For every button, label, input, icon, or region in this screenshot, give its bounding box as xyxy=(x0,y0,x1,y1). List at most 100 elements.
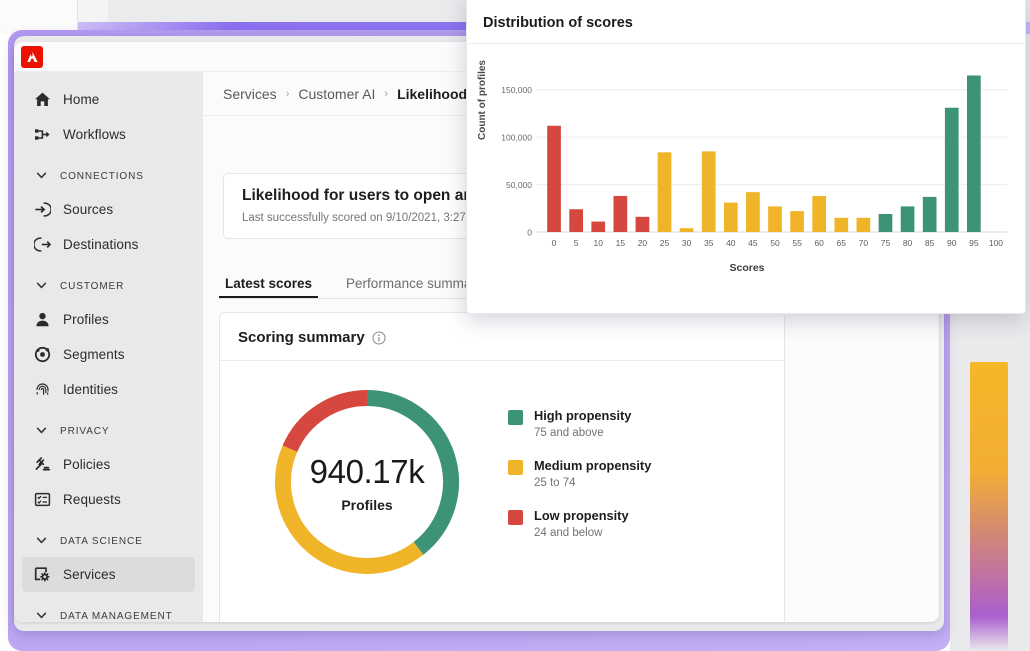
chart-bar[interactable] xyxy=(944,107,959,232)
chart-bar[interactable] xyxy=(569,209,583,232)
tab-latest-scores[interactable]: Latest scores xyxy=(219,276,319,298)
sidebar-group-connections[interactable]: CONNECTIONS xyxy=(22,161,195,191)
chart-x-tick-label: 75 xyxy=(881,238,891,248)
legend-item-name: Low propensity xyxy=(534,507,629,523)
legend-swatch-icon xyxy=(508,509,523,525)
legend-item-1: Medium propensity 25 to 74 xyxy=(508,458,651,489)
profiles-icon xyxy=(33,311,51,329)
distribution-of-scores-panel: Distribution of scores 0 50,000 100,000 150… xyxy=(466,0,1026,314)
legend-item-0: High propensity 75 and above xyxy=(508,408,651,439)
sidebar-item-sources[interactable]: Sources xyxy=(22,192,195,227)
chart-x-tick-label: 40 xyxy=(726,238,736,248)
chart-header: Distribution of scores xyxy=(467,0,1025,44)
chart-bar[interactable] xyxy=(657,152,672,232)
sidebar-group-label: CONNECTIONS xyxy=(60,170,144,182)
sources-icon xyxy=(33,201,51,219)
chart-bar[interactable] xyxy=(790,211,804,232)
chart-y-tick-label: 100,000 xyxy=(501,133,532,143)
chart-plot-area: 0 50,000 100,000 150,000 0 5 10 15 20 25 30 35 40 45 5… xyxy=(467,44,1025,306)
chart-x-tick-label: 70 xyxy=(859,238,869,248)
chart-y-tick-label: 50,000 xyxy=(506,180,532,190)
chart-bar[interactable] xyxy=(878,213,893,232)
chart-bar[interactable] xyxy=(635,216,650,232)
sidebar-group-customer[interactable]: CUSTOMER xyxy=(22,271,195,301)
chart-y-tick-label: 0 xyxy=(527,228,532,238)
chart-x-tick-label: 0 xyxy=(552,238,557,248)
chart-x-axis-label: Scores xyxy=(729,262,765,274)
legend-item-name: High propensity xyxy=(534,407,632,423)
chart-bar[interactable] xyxy=(812,195,827,232)
chart-x-tick-label: 35 xyxy=(704,238,714,248)
sidebar-group-label: DATA SCIENCE xyxy=(60,535,143,547)
sidebar-group-privacy[interactable]: PRIVACY xyxy=(22,416,195,446)
chart-x-tick-label: 25 xyxy=(660,238,670,248)
chart-bar[interactable] xyxy=(613,195,628,232)
legend-item-2: Low propensity 24 and below xyxy=(508,508,651,539)
sidebar-item-label: Sources xyxy=(63,202,114,217)
donut-segment-2[interactable] xyxy=(282,390,368,453)
sidebar-item-segments[interactable]: Segments xyxy=(22,337,195,372)
breadcrumb-separator: › xyxy=(384,87,389,100)
scoring-summary-title: Scoring summary xyxy=(238,329,365,346)
propensity-donut-chart: 940.17k Profiles xyxy=(252,375,482,590)
chart-bar[interactable] xyxy=(746,192,760,232)
workflows-icon xyxy=(33,126,51,144)
chart-bar[interactable] xyxy=(701,151,716,232)
adobe-logo-icon[interactable] xyxy=(21,45,43,68)
chart-bar[interactable] xyxy=(856,217,871,232)
sidebar-group-label: CUSTOMER xyxy=(60,280,125,292)
chart-bar[interactable] xyxy=(591,221,606,232)
chart-y-axis-label: Count of profiles xyxy=(477,60,488,140)
chart-bar[interactable] xyxy=(900,206,915,232)
breadcrumb-item-1[interactable]: Customer AI xyxy=(298,86,375,102)
chart-x-tick-label: 15 xyxy=(616,238,626,248)
sidebar-item-profiles[interactable]: Profiles xyxy=(22,302,195,337)
sidebar-item-requests[interactable]: Requests xyxy=(22,482,195,517)
legend-item-range: 75 and above xyxy=(534,426,604,439)
sidebar-item-workflows[interactable]: Workflows xyxy=(22,117,195,152)
chart-bar[interactable] xyxy=(834,217,849,232)
chart-x-tick-label: 90 xyxy=(947,238,957,248)
screenshot-stage: Home Workflows CONNECTIONS Sources Destinati… xyxy=(0,0,1030,651)
chart-x-tick-label: 45 xyxy=(748,238,758,248)
chevron-down-icon xyxy=(35,609,49,622)
chart-x-tick-label: 5 xyxy=(574,238,579,248)
chart-bar[interactable] xyxy=(922,196,937,232)
sidebar-item-label: Services xyxy=(63,567,116,582)
sidebar-item-label: Segments xyxy=(63,347,125,362)
sidebar-item-identities[interactable]: Identities xyxy=(22,372,195,407)
chart-x-tick-label: 30 xyxy=(682,238,692,248)
chart-bar[interactable] xyxy=(723,202,738,232)
sidebar-group-data-management[interactable]: DATA MANAGEMENT xyxy=(22,601,195,622)
legend-item-name: Medium propensity xyxy=(534,457,652,473)
tab-bar: Latest scores Performance summary xyxy=(219,268,489,298)
chart-x-tick-label: 95 xyxy=(969,238,979,248)
info-icon[interactable] xyxy=(372,331,386,345)
sidebar-item-label: Profiles xyxy=(63,312,109,327)
breadcrumb-separator: › xyxy=(285,87,290,100)
identities-icon xyxy=(33,381,51,399)
chart-title: Distribution of scores xyxy=(483,15,633,31)
chart-bar[interactable] xyxy=(679,228,694,232)
sidebar-item-policies[interactable]: Policies xyxy=(22,447,195,482)
sidebar-item-destinations[interactable]: Destinations xyxy=(22,227,195,262)
chevron-down-icon xyxy=(35,169,49,183)
chart-bar[interactable] xyxy=(768,206,782,232)
chart-x-tick-label: 65 xyxy=(837,238,847,248)
chart-x-tick-label: 20 xyxy=(638,238,648,248)
chart-x-tick-label: 10 xyxy=(594,238,604,248)
chart-y-tick-label: 150,000 xyxy=(501,85,532,95)
sidebar-group-label: PRIVACY xyxy=(60,425,110,437)
desktop-background-notch-secondary xyxy=(78,0,108,22)
propensity-legend: High propensity 75 and above Medium propen… xyxy=(508,408,651,558)
chevron-down-icon xyxy=(35,534,49,548)
decorative-accent-bar xyxy=(970,362,1008,651)
sidebar-item-services[interactable]: Services xyxy=(22,557,195,592)
sidebar-item-home[interactable]: Home xyxy=(22,82,195,117)
home-icon xyxy=(33,91,51,109)
breadcrumb-item-0[interactable]: Services xyxy=(223,86,277,102)
chart-bar[interactable] xyxy=(967,75,981,232)
chart-bar[interactable] xyxy=(547,125,561,232)
sidebar-group-data-science[interactable]: DATA SCIENCE xyxy=(22,526,195,556)
sidebar-item-label: Workflows xyxy=(63,127,126,142)
